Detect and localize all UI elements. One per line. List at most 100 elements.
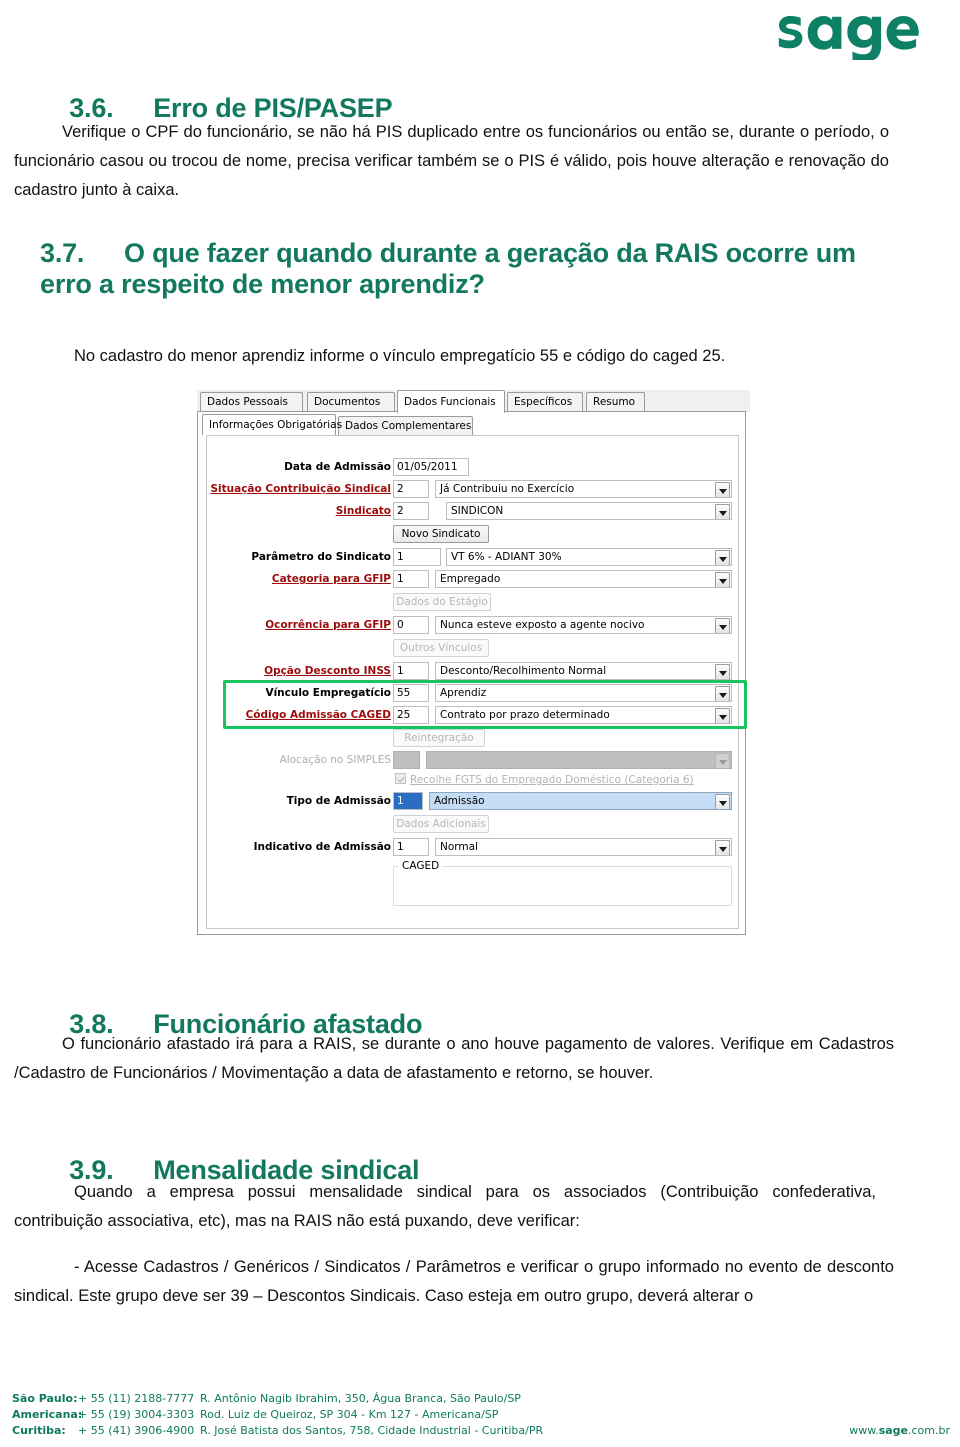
page-footer: São Paulo: + 55 (11) 2188-7777 R. Antôni… bbox=[0, 1385, 960, 1447]
heading-3-7-title: O que fazer quando durante a geração da … bbox=[40, 238, 856, 300]
row-ocorrencia-gfip: Ocorrência para GFIP 0 Nunca esteve expo… bbox=[207, 616, 732, 634]
row-opcao-desconto-inss: Opção Desconto INSS 1 Desconto/Recolhime… bbox=[207, 662, 732, 680]
paragraph-3-7: No cadastro do menor aprendiz informe o … bbox=[74, 347, 726, 365]
footer-phone-americana: + 55 (19) 3004-3303 bbox=[78, 1408, 195, 1421]
value-indicativo-admissao: Normal bbox=[440, 841, 478, 853]
heading-3-7-number: 3.7. bbox=[40, 238, 85, 268]
code-sindicato[interactable]: 2 bbox=[393, 502, 429, 520]
label-codigo-admissao-caged: Código Admissão CAGED bbox=[245, 709, 391, 721]
chevron-down-icon[interactable] bbox=[715, 686, 730, 701]
value-vinculo-empregaticio: Aprendiz bbox=[440, 687, 487, 699]
footer-city-sao-paulo: São Paulo: bbox=[12, 1392, 78, 1405]
label-categoria-gfip: Categoria para GFIP bbox=[271, 573, 391, 585]
label-indicativo-admissao: Indicativo de Admissão bbox=[253, 841, 391, 853]
tab-documentos[interactable]: Documentos bbox=[307, 392, 395, 411]
tab-informacoes-obrigatorias[interactable]: Informações Obrigatórias bbox=[202, 414, 342, 435]
label-sindicato: Sindicato bbox=[335, 505, 391, 517]
code-opcao-desconto-inss[interactable]: 1 bbox=[393, 662, 429, 680]
label-opcao-desconto-inss: Opção Desconto INSS bbox=[264, 665, 391, 677]
code-situacao-contribuicao-sindical[interactable]: 2 bbox=[393, 480, 429, 498]
code-parametro-sindicato[interactable]: 1 bbox=[393, 548, 441, 566]
select-ocorrencia-gfip[interactable]: Nunca esteve exposto a agente nocivo bbox=[435, 616, 732, 634]
chevron-down-icon bbox=[715, 753, 730, 768]
chevron-down-icon[interactable] bbox=[715, 664, 730, 679]
chevron-down-icon[interactable] bbox=[715, 482, 730, 497]
label-caged-group: CAGED bbox=[399, 860, 443, 872]
label-alocacao-simples: Alocação no SIMPLES bbox=[279, 754, 391, 766]
select-situacao-contribuicao-sindical[interactable]: Já Contribuiu no Exercício bbox=[435, 480, 732, 498]
tab-especificos[interactable]: Específicos bbox=[507, 392, 583, 411]
select-indicativo-admissao[interactable]: Normal bbox=[435, 838, 732, 856]
input-data-admissao[interactable]: 01/05/2011 bbox=[393, 458, 469, 476]
chevron-down-icon[interactable] bbox=[715, 550, 730, 565]
chevron-down-icon[interactable] bbox=[715, 794, 730, 809]
tab-dados-pessoais[interactable]: Dados Pessoais bbox=[200, 392, 303, 411]
tab-dados-funcionais[interactable]: Dados Funcionais bbox=[397, 390, 505, 413]
caged-groupbox bbox=[393, 866, 732, 906]
code-indicativo-admissao[interactable]: 1 bbox=[393, 838, 429, 856]
label-vinculo-empregaticio: Vínculo Empregatício bbox=[265, 687, 391, 699]
row-data-admissao: Data de Admissão 01/05/2011 bbox=[207, 458, 732, 476]
code-vinculo-empregaticio[interactable]: 55 bbox=[393, 684, 429, 702]
label-data-admissao: Data de Admissão bbox=[284, 461, 391, 473]
footer-address-sao-paulo: R. Antônio Nagib Ibrahim, 350, Água Bran… bbox=[200, 1392, 521, 1405]
chevron-down-icon[interactable] bbox=[715, 708, 730, 723]
value-opcao-desconto-inss: Desconto/Recolhimento Normal bbox=[440, 665, 607, 677]
select-opcao-desconto-inss[interactable]: Desconto/Recolhimento Normal bbox=[435, 662, 732, 680]
code-categoria-gfip[interactable]: 1 bbox=[393, 570, 429, 588]
chevron-down-icon[interactable] bbox=[715, 618, 730, 633]
row-codigo-admissao-caged: Código Admissão CAGED 25 Contrato por pr… bbox=[207, 706, 732, 724]
select-alocacao-simples bbox=[426, 751, 732, 769]
footer-city-americana: Americana: bbox=[12, 1408, 83, 1421]
paragraph-3-6: Verifique o CPF do funcionário, se não h… bbox=[14, 123, 889, 199]
label-recolhe-fgts: Recolhe FGTS do Empregado Doméstico (Cat… bbox=[410, 774, 694, 786]
paragraph-3-9-a: Quando a empresa possui mensalidade sind… bbox=[14, 1183, 876, 1230]
row-categoria-gfip: Categoria para GFIP 1 Empregado bbox=[207, 570, 732, 588]
row-situacao-contribuicao-sindical: Situação Contribuição Sindical 2 Já Cont… bbox=[207, 480, 732, 498]
select-sindicato[interactable]: SINDICON bbox=[446, 502, 732, 520]
recolhe-fgts-checkbox-row: Recolhe FGTS do Empregado Doméstico (Cat… bbox=[395, 773, 694, 788]
dados-estagio-button: Dados do Estágio bbox=[393, 593, 491, 611]
label-tipo-admissao: Tipo de Admissão bbox=[286, 795, 391, 807]
footer-website-suffix: .com.br bbox=[908, 1424, 950, 1437]
code-ocorrencia-gfip[interactable]: 0 bbox=[393, 616, 429, 634]
select-vinculo-empregaticio[interactable]: Aprendiz bbox=[435, 684, 732, 702]
value-codigo-admissao-caged: Contrato por prazo determinado bbox=[440, 709, 610, 721]
app-screenshot: Dados Pessoais Documentos Dados Funciona… bbox=[197, 390, 750, 935]
outer-tab-strip: Dados Pessoais Documentos Dados Funciona… bbox=[197, 390, 750, 413]
tab-dados-complementares[interactable]: Dados Complementares bbox=[338, 416, 473, 435]
code-codigo-admissao-caged[interactable]: 25 bbox=[393, 706, 429, 724]
value-situacao-contribuicao-sindical: Já Contribuiu no Exercício bbox=[440, 483, 575, 495]
value-sindicato: SINDICON bbox=[451, 505, 504, 517]
chevron-down-icon[interactable] bbox=[715, 840, 730, 855]
select-tipo-admissao[interactable]: Admissão bbox=[429, 792, 732, 810]
chevron-down-icon[interactable] bbox=[715, 504, 730, 519]
label-ocorrencia-gfip: Ocorrência para GFIP bbox=[265, 619, 391, 631]
row-sindicato: Sindicato 2 SINDICON bbox=[207, 502, 732, 520]
dados-funcionais-panel: Informações Obrigatórias Dados Complemen… bbox=[197, 411, 746, 935]
informacoes-obrigatorias-panel: Data de Admissão 01/05/2011 Situação Con… bbox=[206, 435, 739, 929]
footer-city-curitiba: Curitiba: bbox=[12, 1424, 66, 1437]
code-tipo-admissao[interactable]: 1 bbox=[393, 792, 423, 810]
footer-address-americana: Rod. Luiz de Queiroz, SP 304 - Km 127 - … bbox=[200, 1408, 499, 1421]
footer-phone-curitiba: + 55 (41) 3906-4900 bbox=[78, 1424, 195, 1437]
paragraph-3-9-b: - Acesse Cadastros / Genéricos / Sindica… bbox=[14, 1258, 894, 1305]
footer-website-brand: sage bbox=[878, 1424, 908, 1437]
label-situacao-contribuicao-sindical: Situação Contribuição Sindical bbox=[210, 483, 391, 495]
row-indicativo-admissao: Indicativo de Admissão 1 Normal bbox=[207, 838, 732, 856]
select-categoria-gfip[interactable]: Empregado bbox=[435, 570, 732, 588]
select-parametro-sindicato[interactable]: VT 6% - ADIANT 30% bbox=[446, 548, 732, 566]
tab-resumo[interactable]: Resumo bbox=[586, 392, 645, 411]
row-vinculo-empregaticio: Vínculo Empregatício 55 Aprendiz bbox=[207, 684, 732, 702]
reintegracao-button: Reintegração bbox=[393, 729, 485, 747]
novo-sindicato-button[interactable]: Novo Sindicato bbox=[393, 525, 489, 543]
footer-phone-sao-paulo: + 55 (11) 2188-7777 bbox=[78, 1392, 195, 1405]
row-parametro-sindicato: Parâmetro do Sindicato 1 VT 6% - ADIANT … bbox=[207, 548, 732, 566]
footer-website[interactable]: www.sage.com.br bbox=[849, 1424, 950, 1437]
value-parametro-sindicato: VT 6% - ADIANT 30% bbox=[451, 551, 562, 563]
select-codigo-admissao-caged[interactable]: Contrato por prazo determinado bbox=[435, 706, 732, 724]
value-categoria-gfip: Empregado bbox=[440, 573, 501, 585]
chevron-down-icon[interactable] bbox=[715, 572, 730, 587]
checkbox-icon bbox=[395, 773, 406, 784]
value-tipo-admissao: Admissão bbox=[434, 795, 485, 807]
